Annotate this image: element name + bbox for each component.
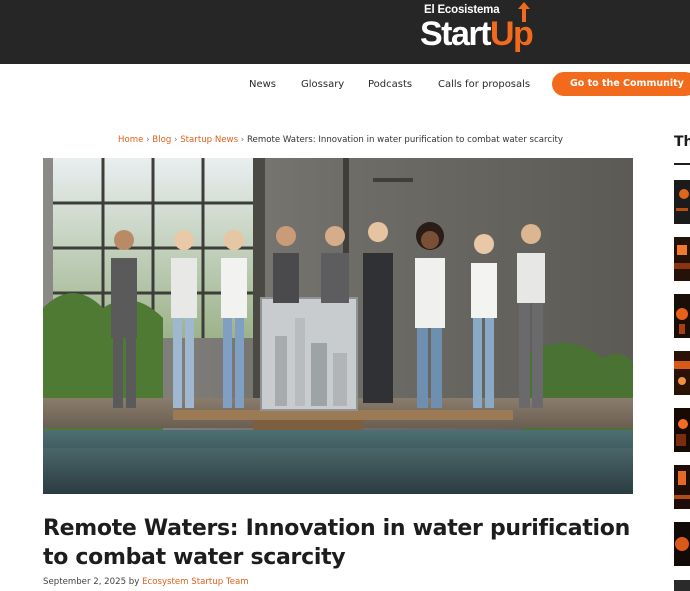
article-featured-image: [43, 158, 633, 494]
thumbnail-image-icon: [674, 465, 690, 509]
sidebar-thumbnail[interactable]: [674, 180, 690, 224]
sidebar-heading-rule: [674, 163, 690, 165]
thumbnail-image-icon: [674, 351, 690, 395]
article-by: by: [128, 577, 140, 587]
logo-wordmark: StartUp: [420, 14, 534, 54]
community-button[interactable]: Go to the Community: [552, 72, 690, 96]
thumbnail-image-icon: [674, 180, 690, 224]
article-date: September 2, 2025: [43, 577, 127, 587]
breadcrumb-separator: ›: [240, 135, 245, 145]
sidebar-thumbnail[interactable]: [674, 465, 690, 509]
article-author-link[interactable]: Ecosystem Startup Team: [142, 577, 249, 587]
thumbnail-image-icon: [674, 522, 690, 566]
breadcrumb-blog[interactable]: Blog: [152, 135, 171, 145]
breadcrumb-home[interactable]: Home: [118, 135, 143, 145]
breadcrumb-separator: ›: [174, 135, 178, 145]
sidebar-thumbnail[interactable]: [674, 408, 690, 452]
logo-word-start: Start: [420, 15, 491, 53]
thumbnail-image-icon: [674, 237, 690, 281]
sidebar-thumbnail[interactable]: [674, 522, 690, 566]
site-header: El Ecosistema StartUp: [0, 0, 690, 64]
breadcrumb-section[interactable]: Startup News: [180, 135, 238, 145]
article-meta: September 2, 2025 by Ecosystem Startup T…: [43, 577, 249, 587]
nav-item-news[interactable]: News: [249, 79, 276, 90]
thumbnail-image-icon: [674, 408, 690, 452]
thumbnail-image-icon: [674, 294, 690, 338]
thumbnail-image-icon: [674, 580, 690, 591]
sidebar-thumbnail[interactable]: [674, 579, 690, 591]
sidebar-thumbnail[interactable]: [674, 294, 690, 338]
featured-image-illustration: [43, 158, 633, 494]
nav-item-glossary[interactable]: Glossary: [301, 79, 344, 90]
article-title: Remote Waters: Innovation in water purif…: [43, 516, 630, 570]
breadcrumb-separator: ›: [146, 135, 150, 145]
site-logo[interactable]: El Ecosistema StartUp: [420, 2, 550, 60]
logo-word-up: Up: [489, 15, 534, 53]
nav-item-calls[interactable]: Calls for proposals: [438, 79, 530, 90]
sidebar-thumbnail[interactable]: [674, 351, 690, 395]
breadcrumb-current: Remote Waters: Innovation in water purif…: [246, 135, 563, 145]
sidebar-thumbnail[interactable]: [674, 237, 690, 281]
sidebar-heading: Th: [674, 134, 690, 150]
nav-item-podcasts[interactable]: Podcasts: [368, 79, 412, 90]
